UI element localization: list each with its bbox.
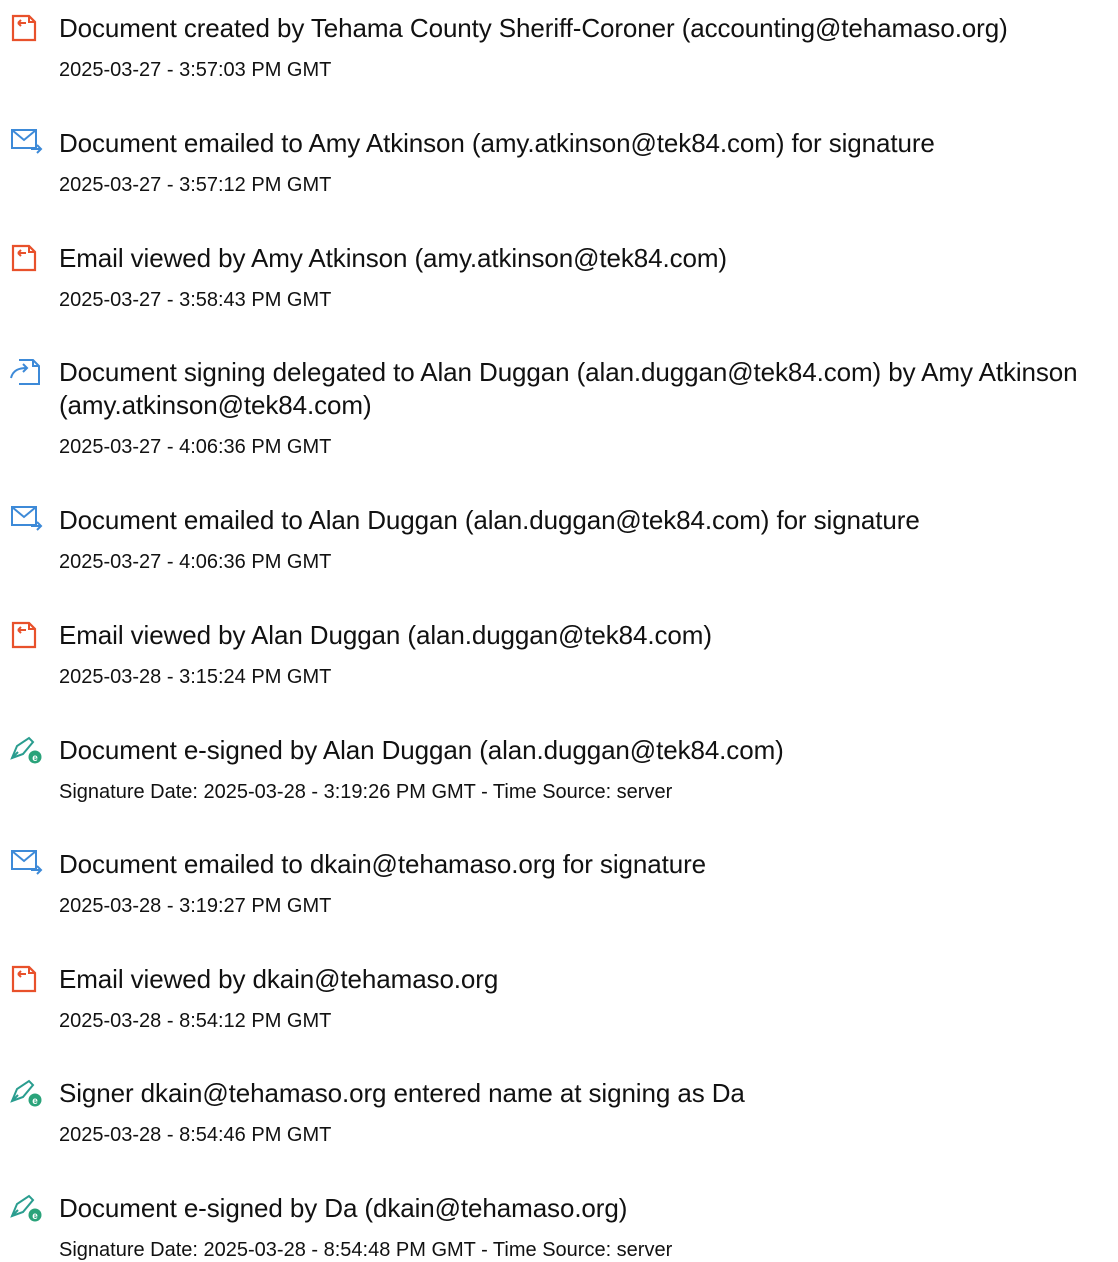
event-timestamp: 2025-03-28 - 8:54:46 PM GMT bbox=[59, 1124, 332, 1146]
event-title: Document emailed to Amy Atkinson (amy.at… bbox=[59, 128, 935, 158]
event-timestamp: 2025-03-27 - 3:57:12 PM GMT bbox=[59, 174, 332, 196]
email-icon bbox=[9, 127, 43, 157]
document-icon bbox=[9, 963, 43, 993]
event-timestamp: 2025-03-28 - 3:15:24 PM GMT bbox=[59, 666, 332, 688]
delegate-icon bbox=[9, 356, 43, 386]
event-signature-date: Signature Date: 2025-03-28 - 8:54:48 PM … bbox=[59, 1239, 673, 1261]
esign-icon: e bbox=[9, 1192, 43, 1222]
esign-icon: e bbox=[9, 734, 43, 764]
event-title: Document e-signed by Da (dkain@tehamaso.… bbox=[59, 1193, 628, 1223]
event-title: Email viewed by Amy Atkinson (amy.atkins… bbox=[59, 243, 727, 273]
event-title: Document signing delegated to Alan Dugga… bbox=[59, 357, 1078, 420]
event-title: Document emailed to dkain@tehamaso.org f… bbox=[59, 849, 706, 879]
event-title: Document emailed to Alan Duggan (alan.du… bbox=[59, 505, 920, 535]
event-title: Email viewed by dkain@tehamaso.org bbox=[59, 964, 499, 994]
event-title: Email viewed by Alan Duggan (alan.duggan… bbox=[59, 620, 712, 650]
email-icon bbox=[9, 848, 43, 878]
event-title: Signer dkain@tehamaso.org entered name a… bbox=[59, 1078, 745, 1108]
event-timestamp: 2025-03-27 - 3:57:03 PM GMT bbox=[59, 59, 332, 81]
document-icon bbox=[9, 242, 43, 272]
event-timestamp: 2025-03-27 - 4:06:36 PM GMT bbox=[59, 551, 332, 573]
event-title: Document created by Tehama County Sherif… bbox=[59, 13, 1008, 43]
esign-icon: e bbox=[9, 1077, 43, 1107]
event-signature-date: Signature Date: 2025-03-28 - 3:19:26 PM … bbox=[59, 781, 673, 803]
email-icon bbox=[9, 504, 43, 534]
event-timestamp: 2025-03-28 - 8:54:12 PM GMT bbox=[59, 1010, 332, 1032]
svg-text:e: e bbox=[32, 1211, 38, 1222]
svg-text:e: e bbox=[32, 1096, 38, 1107]
document-icon bbox=[9, 12, 43, 42]
event-timestamp: 2025-03-28 - 3:19:27 PM GMT bbox=[59, 895, 332, 917]
event-title: Document e-signed by Alan Duggan (alan.d… bbox=[59, 735, 784, 765]
document-icon bbox=[9, 619, 43, 649]
event-timestamp: 2025-03-27 - 4:06:36 PM GMT bbox=[59, 436, 332, 458]
event-timestamp: 2025-03-27 - 3:58:43 PM GMT bbox=[59, 289, 332, 311]
svg-text:e: e bbox=[32, 753, 38, 764]
